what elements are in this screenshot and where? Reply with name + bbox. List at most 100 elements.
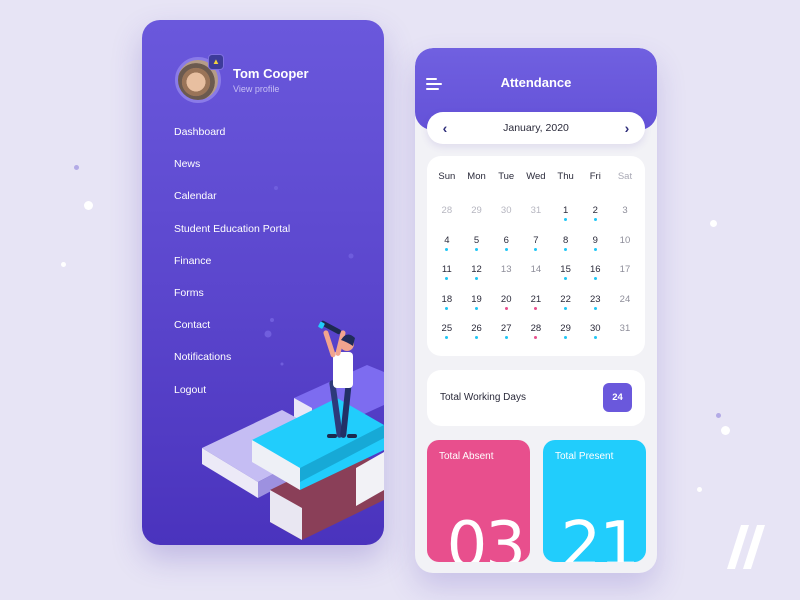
- calendar-day: 30: [491, 205, 521, 235]
- day-number: 28: [530, 323, 542, 334]
- menu-item-forms[interactable]: Forms: [174, 287, 290, 319]
- calendar-day[interactable]: 19: [462, 294, 492, 324]
- attendance-screen: Attendance ‹ January, 2020 › Sun Mon Tue…: [415, 48, 657, 573]
- day-number: 30: [500, 205, 512, 216]
- present-dot-icon: [475, 336, 479, 339]
- calendar-day[interactable]: 12: [462, 264, 492, 294]
- calendar-day[interactable]: 23: [580, 294, 610, 324]
- calendar-week-row: 25 26 27 28 29 30 31: [432, 323, 640, 353]
- day-number: 13: [500, 264, 512, 275]
- calendar-day[interactable]: 3: [610, 205, 640, 235]
- day-number: 14: [530, 264, 542, 275]
- calendar-week-row: 4 5 6 7 8 9 10: [432, 235, 640, 265]
- calendar-grid: Sun Mon Tue Wed Thu Fri Sat 28 29 30 31 1 2 3 4…: [432, 171, 640, 353]
- calendar-day[interactable]: 16: [580, 264, 610, 294]
- menu-item-finance[interactable]: Finance: [174, 255, 290, 287]
- menu-item-dashboard[interactable]: Dashboard: [174, 126, 290, 158]
- calendar-day[interactable]: 18: [432, 294, 462, 324]
- calendar-day[interactable]: 31: [610, 323, 640, 353]
- day-number: 20: [500, 293, 512, 305]
- menu-item-news[interactable]: News: [174, 158, 290, 190]
- decorative-dot: [74, 165, 79, 170]
- calendar-day[interactable]: 21: [521, 294, 551, 324]
- view-profile-link[interactable]: View profile: [233, 84, 309, 94]
- page-title: Attendance: [500, 75, 572, 90]
- calendar-day[interactable]: 14: [521, 264, 551, 294]
- present-dot-icon: [564, 306, 568, 310]
- calendar-day[interactable]: 30: [580, 323, 610, 353]
- user-profile[interactable]: ▲ Tom Cooper View profile: [175, 54, 309, 103]
- calendar-day[interactable]: 4: [432, 235, 462, 265]
- day-number: 15: [560, 264, 571, 275]
- calendar-day[interactable]: 24: [610, 294, 640, 324]
- present-dot-icon: [475, 306, 479, 310]
- day-number: 31: [619, 323, 631, 334]
- day-number: 29: [560, 323, 571, 334]
- present-dot-icon: [593, 277, 597, 280]
- present-dot-icon: [564, 336, 568, 339]
- menu-item-calendar[interactable]: Calendar: [174, 190, 290, 222]
- total-absent-card[interactable]: Total Absent 03: [427, 440, 530, 562]
- present-dot-icon: [475, 247, 479, 251]
- calendar-day: 29: [462, 205, 492, 235]
- calendar-day[interactable]: 1: [551, 205, 581, 235]
- calendar-day[interactable]: 11: [432, 264, 462, 294]
- next-month-chevron-icon[interactable]: ›: [621, 120, 633, 136]
- day-number: 29: [471, 205, 482, 216]
- previous-month-chevron-icon[interactable]: ‹: [439, 120, 451, 136]
- menu-item-logout[interactable]: Logout: [174, 384, 290, 416]
- calendar-day[interactable]: 13: [491, 264, 521, 294]
- calendar-day[interactable]: 26: [462, 323, 492, 353]
- calendar-day[interactable]: 17: [610, 264, 640, 294]
- day-number: 2: [592, 205, 598, 216]
- day-number: 4: [444, 234, 450, 246]
- absent-label: Total Absent: [439, 451, 494, 462]
- day-number: 19: [471, 293, 482, 305]
- total-present-card[interactable]: Total Present 21: [543, 440, 646, 562]
- day-number: 31: [530, 205, 542, 216]
- calendar-week-row: 18 19 20 21 22 23 24: [432, 294, 640, 324]
- present-dot-icon: [593, 247, 597, 251]
- calendar-day[interactable]: 5: [462, 235, 492, 265]
- menu-item-student-education-portal[interactable]: Student Education Portal: [174, 223, 290, 255]
- day-number: 6: [503, 234, 509, 246]
- present-dot-icon: [445, 336, 449, 339]
- decorative-dot: [61, 262, 66, 267]
- calendar-day[interactable]: 22: [551, 294, 581, 324]
- day-number: 11: [441, 264, 452, 275]
- school-badge-icon: ▲: [208, 54, 224, 70]
- decorative-dot: [84, 201, 93, 210]
- weekday-label: Fri: [589, 171, 601, 182]
- calendar-day[interactable]: 25: [432, 323, 462, 353]
- calendar-day[interactable]: 9: [580, 235, 610, 265]
- present-dot-icon: [475, 277, 479, 280]
- calendar-day[interactable]: 15: [551, 264, 581, 294]
- absent-dot-icon: [534, 306, 538, 310]
- present-dot-icon: [564, 247, 568, 251]
- menu-item-notifications[interactable]: Notifications: [174, 351, 290, 383]
- calendar-week-row: 28 29 30 31 1 2 3: [432, 205, 640, 235]
- calendar-day[interactable]: 20: [491, 294, 521, 324]
- calendar-day[interactable]: 8: [551, 235, 581, 265]
- calendar-day[interactable]: 6: [491, 235, 521, 265]
- present-dot-icon: [564, 277, 568, 280]
- day-number: 30: [589, 323, 601, 334]
- menu-item-contact[interactable]: Contact: [174, 319, 290, 351]
- calendar-day[interactable]: 29: [551, 323, 581, 353]
- calendar-day[interactable]: 28: [521, 323, 551, 353]
- avatar[interactable]: ▲: [175, 54, 224, 103]
- day-number: 1: [562, 205, 569, 216]
- day-number: 23: [589, 293, 601, 305]
- calendar-day[interactable]: 2: [580, 205, 610, 235]
- month-selector: ‹ January, 2020 ›: [427, 112, 645, 144]
- calendar-day[interactable]: 7: [521, 235, 551, 265]
- decorative-dot: [721, 426, 730, 435]
- present-dot-icon: [593, 218, 597, 221]
- calendar-day[interactable]: 27: [491, 323, 521, 353]
- calendar-day[interactable]: 10: [610, 235, 640, 265]
- calendar: Sun Mon Tue Wed Thu Fri Sat 28 29 30 31 1 2 3 4…: [427, 156, 645, 356]
- day-number: 16: [589, 264, 601, 275]
- day-number: 12: [471, 264, 482, 275]
- present-dot-icon: [445, 247, 449, 251]
- day-number: 27: [500, 323, 512, 334]
